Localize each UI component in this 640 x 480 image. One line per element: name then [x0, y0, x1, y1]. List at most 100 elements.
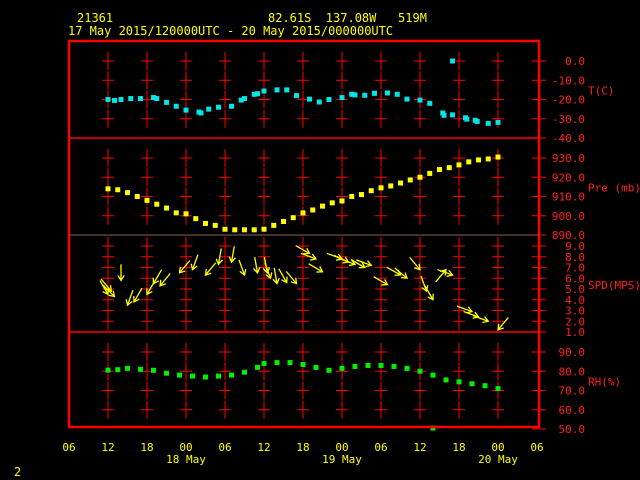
- axis-tick-label: -10.0: [552, 74, 585, 87]
- rh-point: [404, 365, 410, 371]
- pressure-point: [242, 227, 247, 233]
- pressure-point: [212, 222, 218, 228]
- rh-point: [300, 362, 306, 368]
- x-tick-label: 18: [140, 441, 153, 454]
- temperature-point: [164, 99, 169, 105]
- temperature-point: [154, 96, 160, 102]
- pressure-point: [427, 170, 433, 176]
- x-tick-label: 12: [257, 441, 270, 454]
- temperature-point: [274, 87, 280, 93]
- x-tick-label: 12: [101, 441, 114, 454]
- pressure-point: [271, 222, 277, 228]
- temperature-point: [326, 97, 332, 102]
- rh-point: [352, 363, 358, 369]
- axis-tick-label: 1.0: [565, 326, 585, 339]
- temperature-point: [404, 96, 410, 102]
- temperature-point: [229, 103, 234, 109]
- temperature-point: [372, 90, 377, 96]
- x-tick-label: 06: [530, 441, 543, 454]
- panel-label: Pre (mb): [588, 182, 640, 195]
- pressure-point: [388, 183, 394, 189]
- rh-point: [105, 367, 111, 373]
- pressure-point: [164, 205, 169, 211]
- pressure-point: [339, 198, 345, 204]
- rh-point: [261, 361, 267, 367]
- pressure-point: [446, 165, 452, 171]
- temperature-point: [474, 118, 480, 124]
- pressure-point: [310, 207, 316, 213]
- rh-point: [469, 381, 475, 387]
- date-label: 19 May: [322, 453, 362, 466]
- rh-point: [456, 379, 462, 385]
- axis-tick-label: 70.0: [559, 385, 586, 398]
- pressure-point: [378, 185, 384, 191]
- pressure-point: [193, 216, 199, 222]
- temperature-point: [138, 96, 143, 102]
- pressure-point: [173, 210, 179, 216]
- temperature-point: [128, 96, 134, 102]
- temperature-point: [216, 104, 221, 110]
- rh-point: [339, 365, 345, 371]
- x-tick-label: 06: [218, 441, 231, 454]
- temperature-point: [427, 100, 433, 106]
- temperature-point: [417, 97, 423, 103]
- rh-point: [177, 372, 182, 378]
- temperature-point: [261, 88, 267, 94]
- rh-point: [138, 366, 143, 372]
- rh-point: [482, 383, 488, 389]
- axis-tick-label: 90.0: [559, 346, 586, 359]
- pressure-point: [495, 154, 501, 160]
- axis-tick-label: -20.0: [552, 94, 585, 107]
- axis-tick-label: 0.0: [565, 55, 585, 68]
- pressure-point: [144, 197, 150, 203]
- axis-tick-label: 910.0: [552, 191, 585, 204]
- meteogram-chart: 21361 82.61S 137.08W 519M 17 May 2015/12…: [0, 0, 640, 480]
- temperature-point: [316, 99, 322, 105]
- pressure-point: [261, 226, 267, 232]
- temperature-point: [495, 119, 501, 125]
- pressure-point: [466, 159, 472, 165]
- rh-point: [417, 368, 423, 374]
- axis-tick-label: -40.0: [552, 132, 585, 145]
- rh-point: [378, 362, 384, 368]
- temperature-point: [362, 92, 368, 98]
- temperature-point: [450, 112, 455, 118]
- temperature-point: [294, 93, 299, 99]
- temperature-point: [255, 91, 260, 97]
- rh-point: [190, 373, 195, 379]
- temperature-point: [284, 87, 290, 93]
- pressure-point: [251, 227, 257, 233]
- pressure-point: [320, 203, 325, 209]
- temperature-point: [183, 107, 189, 113]
- rh-point: [287, 360, 293, 366]
- rh-point: [313, 364, 319, 370]
- panel-label: SPD(MPS): [588, 279, 640, 292]
- temperature-point: [198, 110, 204, 116]
- pressure-point: [125, 190, 130, 196]
- pressure-point: [407, 177, 413, 183]
- pressure-point: [183, 211, 189, 217]
- axis-tick-label: -30.0: [552, 113, 585, 126]
- rh-point: [274, 360, 280, 366]
- temperature-point: [394, 91, 400, 97]
- x-tick-label: 18: [452, 441, 465, 454]
- temperature-point: [307, 96, 312, 102]
- x-tick-label: 06: [62, 441, 75, 454]
- temperature-point: [441, 112, 447, 118]
- temperature-point: [173, 103, 179, 109]
- pressure-point: [134, 194, 140, 199]
- panel-label: RH(%): [588, 376, 621, 389]
- pressure-point: [290, 215, 296, 221]
- rh-point: [242, 369, 247, 375]
- pressure-point: [398, 180, 403, 186]
- pressure-point: [154, 201, 160, 207]
- rh-point: [229, 372, 234, 378]
- axis-tick-label: 920.0: [552, 171, 585, 184]
- rh-point: [443, 377, 449, 383]
- pressure-point: [300, 210, 306, 216]
- x-tick-label: 06: [374, 441, 387, 454]
- pressure-point: [105, 186, 111, 192]
- pressure-point: [329, 200, 335, 206]
- temperature-point: [206, 106, 212, 112]
- date-label: 20 May: [478, 453, 518, 466]
